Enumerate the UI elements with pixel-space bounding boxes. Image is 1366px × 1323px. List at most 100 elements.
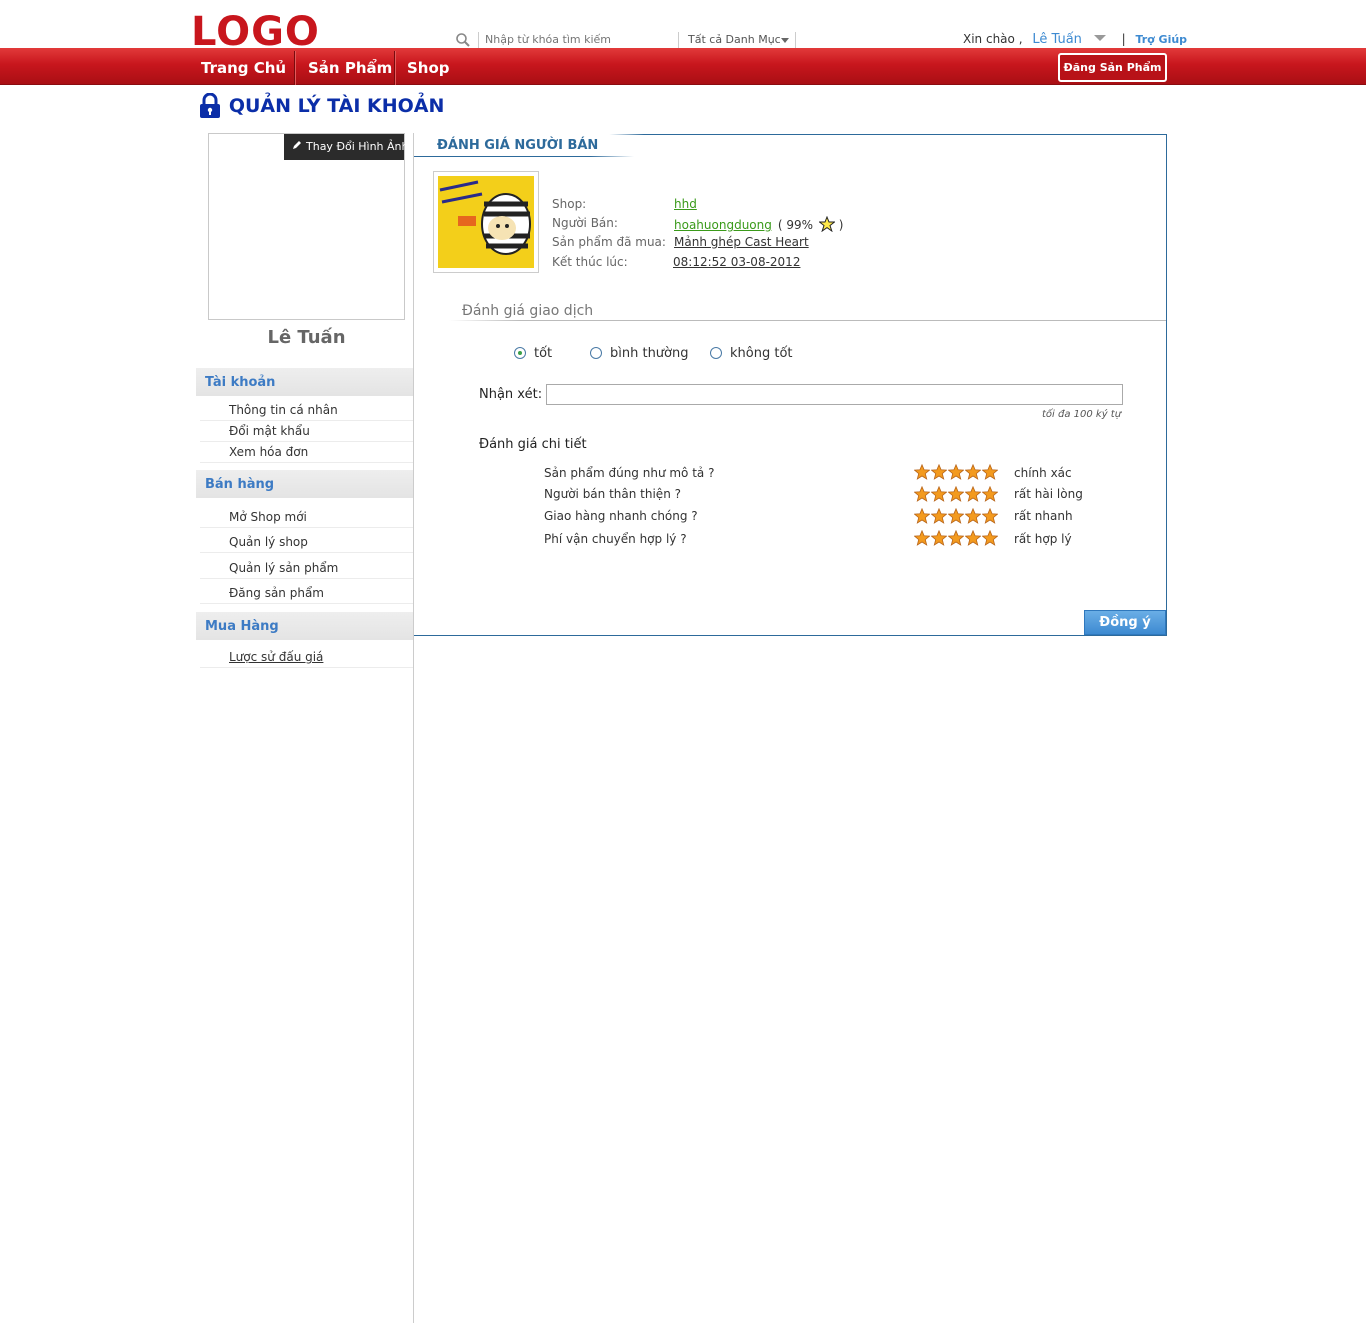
- star-rating[interactable]: [914, 464, 999, 480]
- category-select[interactable]: Tất cả Danh Mục: [688, 33, 781, 46]
- transaction-rating-heading: Đánh giá giao dịch: [462, 303, 594, 319]
- star-icon[interactable]: [982, 530, 998, 546]
- seller-link[interactable]: hoahuongduong: [674, 218, 772, 232]
- star-icon: [818, 216, 835, 232]
- panel-header-fade: [414, 133, 644, 137]
- radio-checked-icon[interactable]: [514, 347, 526, 359]
- divider: [678, 32, 679, 48]
- greeting-text: Xin chào ,: [963, 32, 1023, 46]
- user-menu[interactable]: Lê Tuấn: [1032, 32, 1082, 47]
- comment-hint: tối đa 100 ký tự: [1042, 409, 1122, 420]
- criterion-result: rất hài lòng: [1014, 487, 1083, 501]
- star-icon[interactable]: [948, 486, 964, 502]
- star-icon[interactable]: [982, 464, 998, 480]
- page-title: QUẢN LÝ TÀI KHOẢN: [199, 93, 444, 123]
- star-icon[interactable]: [982, 486, 998, 502]
- seller-rating: ( 99%: [777, 218, 814, 232]
- star-rating[interactable]: [914, 530, 999, 546]
- criterion-question: Người bán thân thiện ?: [544, 487, 681, 501]
- panel-title: ĐÁNH GIÁ NGƯỜI BÁN: [437, 138, 599, 153]
- help-link[interactable]: Trợ Giúp: [1135, 33, 1187, 46]
- star-rating[interactable]: [914, 508, 999, 524]
- star-icon[interactable]: [982, 508, 998, 524]
- product-art: [438, 176, 534, 268]
- nav-item-home[interactable]: Trang Chủ: [201, 48, 286, 85]
- rating-option-good[interactable]: tốt: [514, 346, 552, 362]
- star-icon[interactable]: [914, 486, 930, 502]
- shop-row: Shop:: [552, 197, 586, 215]
- sidebar-item-open-shop[interactable]: Mở Shop mới: [200, 507, 413, 528]
- chevron-down-icon[interactable]: [781, 38, 789, 43]
- rating-option-label: tốt: [534, 346, 553, 361]
- shop-link[interactable]: hhd: [674, 197, 697, 211]
- user-box: Xin chào , Lê Tuấn | Trợ Giúp: [963, 32, 1187, 47]
- sidebar-item-invoices[interactable]: Xem hóa đơn: [200, 442, 413, 463]
- change-image-button[interactable]: Thay Đổi Hình Ảnh: [284, 134, 408, 160]
- change-image-label: Thay Đổi Hình Ảnh: [306, 140, 409, 153]
- star-icon[interactable]: [914, 508, 930, 524]
- sidebar-section-buying[interactable]: Mua Hàng: [196, 612, 413, 640]
- sidebar-section-account[interactable]: Tài khoản: [196, 368, 413, 396]
- star-icon[interactable]: [965, 464, 981, 480]
- submit-button[interactable]: Đồng ý: [1084, 610, 1166, 635]
- radio-icon[interactable]: [710, 347, 722, 359]
- star-icon[interactable]: [931, 464, 947, 480]
- divider: [795, 32, 796, 48]
- product-image: [438, 176, 534, 268]
- sidebar-item-profile[interactable]: Thông tin cá nhân: [200, 400, 413, 421]
- end-time-label: Kết thúc lúc:: [552, 255, 628, 269]
- criterion-result: rất hợp lý: [1014, 532, 1072, 546]
- star-icon[interactable]: [931, 486, 947, 502]
- criterion-result: chính xác: [1014, 466, 1072, 480]
- rating-option-bad[interactable]: không tốt: [710, 346, 793, 362]
- star-icon[interactable]: [965, 486, 981, 502]
- divider: [394, 51, 396, 85]
- rating-option-label: không tốt: [730, 346, 793, 361]
- seller-rating-close: ): [838, 218, 844, 232]
- page-title-text: QUẢN LÝ TÀI KHOẢN: [228, 95, 445, 117]
- rating-option-normal[interactable]: bình thường: [590, 346, 689, 362]
- star-icon[interactable]: [914, 464, 930, 480]
- radio-icon[interactable]: [590, 347, 602, 359]
- product-link[interactable]: Mảnh ghép Cast Heart: [674, 235, 809, 249]
- divider: [449, 320, 1166, 321]
- sidebar-item-manage-shop[interactable]: Quản lý shop: [200, 532, 413, 553]
- criterion-result: rất nhanh: [1014, 509, 1073, 523]
- avatar: [208, 133, 405, 320]
- star-icon[interactable]: [948, 508, 964, 524]
- main-nav: Trang Chủ Sản Phẩm Shop Đăng Sản Phẩm: [0, 48, 1366, 85]
- sidebar-item-auction-history[interactable]: Lược sử đấu giá: [200, 647, 413, 668]
- sidebar-item-manage-products[interactable]: Quản lý sản phẩm: [200, 558, 413, 579]
- criterion-question: Giao hàng nhanh chóng ?: [544, 509, 698, 523]
- shop-label: Shop:: [552, 197, 587, 211]
- search-input[interactable]: [485, 31, 677, 49]
- lock-icon: [200, 93, 220, 118]
- star-icon[interactable]: [965, 530, 981, 546]
- rating-option-label: bình thường: [610, 346, 689, 361]
- criterion-question: Sản phẩm đúng như mô tả ?: [544, 466, 715, 480]
- sidebar-item-post-product[interactable]: Đăng sản phẩm: [200, 583, 413, 604]
- end-time-value: 08:12:52 03-08-2012: [673, 255, 801, 269]
- star-icon[interactable]: [965, 508, 981, 524]
- sidebar-item-password[interactable]: Đổi mật khẩu: [200, 421, 413, 442]
- star-icon[interactable]: [914, 530, 930, 546]
- nav-item-products[interactable]: Sản Phẩm: [308, 48, 392, 85]
- sidebar-section-selling[interactable]: Bán hàng: [196, 470, 413, 498]
- chevron-down-icon[interactable]: [1093, 35, 1106, 41]
- star-icon[interactable]: [931, 530, 947, 546]
- divider: [414, 156, 634, 157]
- criterion-question: Phí vận chuyển hợp lý ?: [544, 532, 687, 546]
- star-icon[interactable]: [948, 464, 964, 480]
- seller-label: Người Bán:: [552, 216, 618, 230]
- nav-item-shop[interactable]: Shop: [407, 48, 450, 85]
- pencil-icon: [293, 141, 301, 149]
- product-thumbnail[interactable]: [433, 171, 539, 273]
- seller-info: hoahuongduong ( 99% ): [674, 216, 843, 232]
- post-product-button[interactable]: Đăng Sản Phẩm: [1058, 53, 1167, 82]
- star-icon[interactable]: [948, 530, 964, 546]
- comment-input[interactable]: [546, 384, 1123, 405]
- star-rating[interactable]: [914, 486, 999, 502]
- search-icon[interactable]: [455, 32, 471, 48]
- star-icon[interactable]: [931, 508, 947, 524]
- divider: [478, 32, 479, 48]
